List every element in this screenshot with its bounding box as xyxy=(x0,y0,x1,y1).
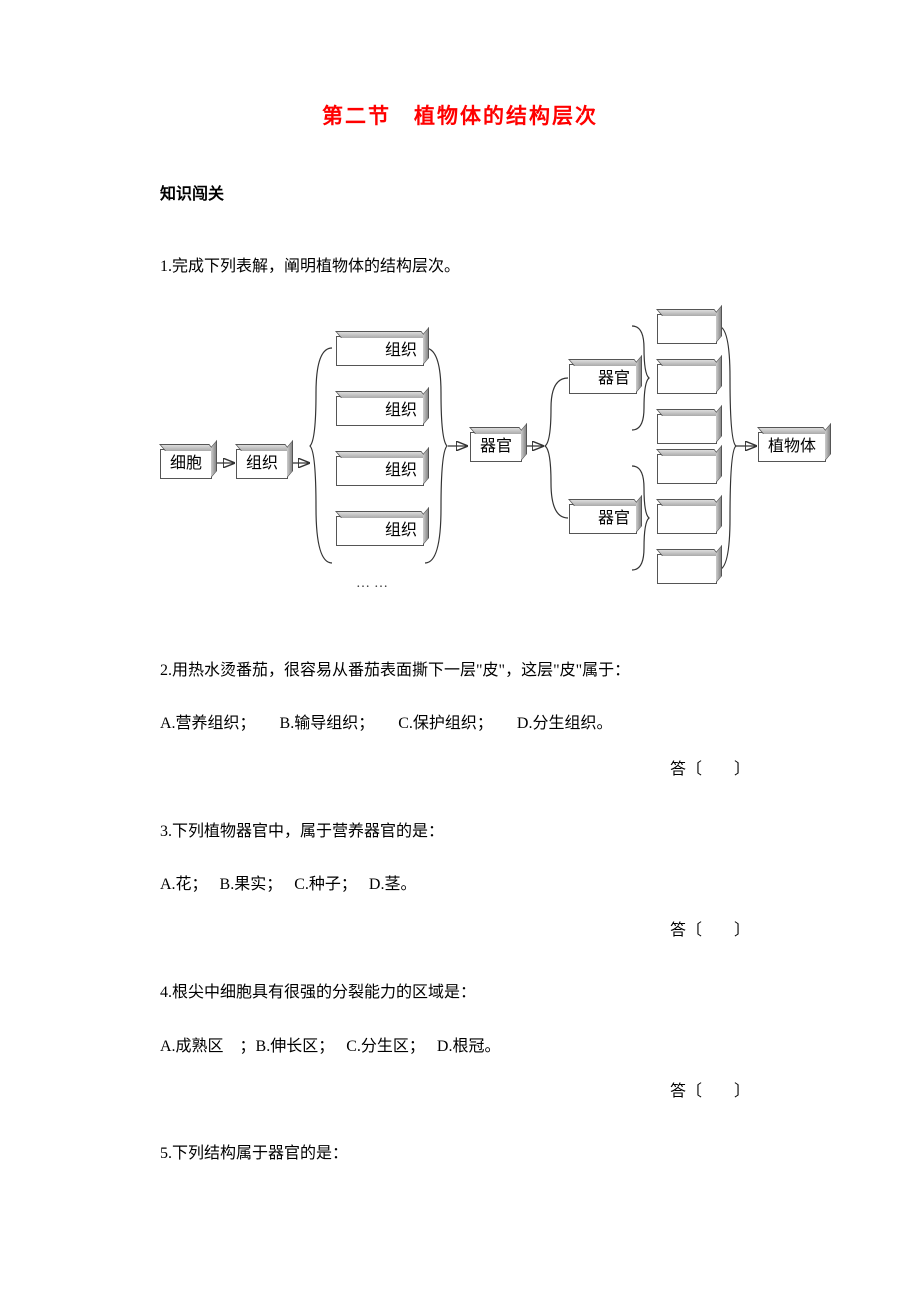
diagram-box-organ-2: 器官 xyxy=(569,504,637,534)
structure-diagram: 细胞 组织 组织 组织 组织 组织 …… 器官 器官 器官 植物体 xyxy=(160,308,784,618)
q4-answer: 答〔 〕 xyxy=(160,1077,760,1101)
diagram-box-organ: 器官 xyxy=(470,432,522,462)
q4-options: A.成熟区 ；B.伸长区； C.分生区； D.根冠。 xyxy=(160,1034,760,1060)
diagram-box-blank-1 xyxy=(657,314,717,344)
diagram-box-blank-5 xyxy=(657,504,717,534)
section-heading: 知识闯关 xyxy=(160,180,760,204)
diagram-box-blank-6 xyxy=(657,554,717,584)
diagram-box-tissue: 组织 xyxy=(236,449,288,479)
q4-text: 4.根尖中细胞具有很强的分裂能力的区域是： xyxy=(160,980,760,1006)
q3-options: A.花； B.果实； C.种子； D.茎。 xyxy=(160,872,760,898)
diagram-box-organ-1: 器官 xyxy=(569,364,637,394)
diagram-box-blank-4 xyxy=(657,454,717,484)
q5-text: 5.下列结构属于器官的是： xyxy=(160,1141,760,1167)
q3-text: 3.下列植物器官中，属于营养器官的是： xyxy=(160,819,760,845)
diagram-box-blank-2 xyxy=(657,364,717,394)
q2-options: A.营养组织； B.输导组织； C.保护组织； D.分生组织。 xyxy=(160,711,760,737)
diagram-box-tissue-1: 组织 xyxy=(336,336,424,366)
diagram-box-tissue-3: 组织 xyxy=(336,456,424,486)
page-title: 第二节 植物体的结构层次 xyxy=(160,100,760,130)
diagram-box-plant: 植物体 xyxy=(758,432,826,462)
diagram-dots: …… xyxy=(356,576,392,592)
diagram-box-cell: 细胞 xyxy=(160,449,212,479)
diagram-box-tissue-4: 组织 xyxy=(336,516,424,546)
q2-answer: 答〔 〕 xyxy=(160,755,760,779)
q3-answer: 答〔 〕 xyxy=(160,916,760,940)
diagram-box-tissue-2: 组织 xyxy=(336,396,424,426)
q2-text: 2.用热水烫番茄，很容易从番茄表面撕下一层"皮"，这层"皮"属于： xyxy=(160,658,760,684)
q1-text: 1.完成下列表解，阐明植物体的结构层次。 xyxy=(160,254,760,280)
diagram-box-blank-3 xyxy=(657,414,717,444)
